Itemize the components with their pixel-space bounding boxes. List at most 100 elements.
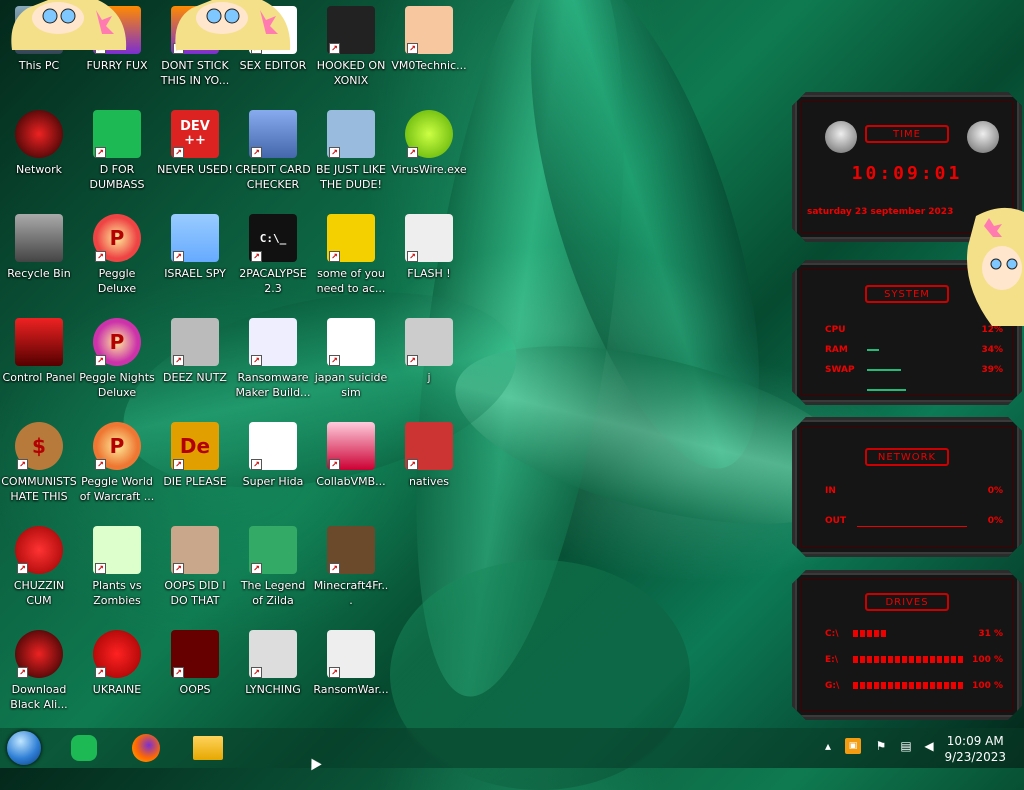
taskbar-clock[interactable]: 10:09 AM 9/23/2023: [944, 733, 1006, 765]
system-title: SYSTEM: [865, 285, 949, 303]
desktop-icon[interactable]: ↗ some of you need to ac...: [312, 208, 390, 312]
shortcut-arrow-icon: ↗: [407, 251, 418, 262]
app-icon: ↗: [249, 630, 297, 678]
desktop-icon[interactable]: C:\_ ↗ 2PACALYPSE 2.3: [234, 208, 312, 312]
shortcut-arrow-icon: ↗: [251, 355, 262, 366]
app-icon: ↗: [93, 526, 141, 574]
desktop-icon[interactable]: Network: [0, 104, 78, 208]
desktop-icon-label: VirusWire.exe: [391, 163, 467, 176]
ram-bar: [867, 369, 901, 371]
alien-icon: [967, 121, 999, 153]
app-icon: De ↗: [171, 422, 219, 470]
shortcut-arrow-icon: ↗: [251, 147, 262, 158]
desktop-icon[interactable]: ↗ BE JUST LIKE THE DUDE!: [312, 104, 390, 208]
app-icon: P ↗: [93, 422, 141, 470]
desktop-icon[interactable]: DEV ++ ↗ NEVER USED!: [156, 104, 234, 208]
desktop-icon[interactable]: $↗COMMUNISTS HATE THIS G...: [0, 416, 78, 520]
app-icon: ↗: [327, 6, 375, 54]
desktop-icon[interactable]: ↗ VM0Technic...: [390, 0, 468, 104]
shortcut-arrow-icon: ↗: [329, 459, 340, 470]
network-title: NETWORK: [865, 448, 949, 466]
drive-row: G:\ 100 %: [825, 681, 1003, 691]
desktop-icon-label: Plants vs Zombies: [92, 579, 142, 607]
desktop-icon-label: CREDIT CARD CHECKER: [235, 163, 311, 191]
app-icon: ↗: [405, 318, 453, 366]
drive-value: 100 %: [972, 681, 1003, 691]
taskbar: ▴ ▣ ⚑ ▤ ◀ 10:09 AM 9/23/2023: [0, 728, 1024, 768]
desktop-icon-label: Super Hida: [242, 475, 304, 488]
desktop-icon[interactable]: ↗ HOOKED ON XONIX: [312, 0, 390, 104]
shortcut-arrow-icon: ↗: [407, 147, 418, 158]
desktop-icon[interactable]: ↗ Download Black Ali...: [0, 624, 78, 728]
shortcut-arrow-icon: ↗: [329, 667, 340, 678]
desktop-icon[interactable]: ↗ j: [390, 312, 468, 416]
desktop-icon[interactable]: ↗ OOPS: [156, 624, 234, 728]
desktop-icon[interactable]: ↗ CHUZZIN CUM: [0, 520, 78, 624]
app-icon: C:\_ ↗: [249, 214, 297, 262]
ram-value: 34%: [981, 345, 1003, 355]
desktop-icon[interactable]: ↗ VirusWire.exe: [390, 104, 468, 208]
desktop-icon[interactable]: ↗ RansomWar...: [312, 624, 390, 728]
desktop-icon[interactable]: ↗ CREDIT CARD CHECKER: [234, 104, 312, 208]
shortcut-arrow-icon: ↗: [95, 459, 106, 470]
swap-row: SWAP 39%: [825, 365, 1003, 375]
desktop-icon-label: OOPS DID I DO THAT: [164, 579, 226, 607]
desktop-icon[interactable]: ↗ natives: [390, 416, 468, 520]
network-icon[interactable]: ▤: [898, 738, 914, 754]
drive-value: 100 %: [972, 655, 1003, 665]
cartoon-sticker: [962, 206, 1024, 328]
show-hidden-icons-chevron-up-icon[interactable]: ▴: [820, 738, 836, 754]
action-center-flag-icon[interactable]: ⚑: [873, 738, 889, 754]
shortcut-arrow-icon: ↗: [329, 43, 340, 54]
desktop-icon[interactable]: ↗ japan suicide sim: [312, 312, 390, 416]
volume-icon[interactable]: ◀: [921, 738, 937, 754]
in-value: 0%: [987, 486, 1003, 496]
drive-label: C:\: [825, 629, 839, 639]
taskbar-app-firefox[interactable]: [128, 732, 164, 764]
desktop-icon[interactable]: P ↗ Peggle Nights Deluxe: [78, 312, 156, 416]
app-icon: ↗: [327, 422, 375, 470]
desktop-icon-label: Network: [16, 163, 62, 176]
shortcut-arrow-icon: ↗: [173, 459, 184, 470]
desktop-icon[interactable]: ↗ D FOR DUMBASS: [78, 104, 156, 208]
desktop-icon[interactable]: ↗ UKRAINE: [78, 624, 156, 728]
icon-art-text: P: [109, 434, 125, 458]
taskbar-app-file-explorer[interactable]: [190, 732, 226, 764]
desktop-icon[interactable]: ↗ ISRAEL SPY: [156, 208, 234, 312]
desktop-icon[interactable]: ↗ Minecraft4Fr...: [312, 520, 390, 624]
app-icon: ↗: [327, 110, 375, 158]
desktop-icon-label: Control Panel: [2, 371, 76, 384]
desktop-icon[interactable]: Recycle Bin: [0, 208, 78, 312]
app-icon: ↗: [327, 526, 375, 574]
out-label: OUT: [825, 516, 847, 526]
start-button[interactable]: [6, 731, 42, 765]
desktop-icon-label: 2PACALYPSE 2.3: [239, 267, 307, 295]
app-icon: ↗: [171, 318, 219, 366]
app-icon: P ↗: [93, 214, 141, 262]
desktop-icon[interactable]: ↗ Super Hida: [234, 416, 312, 520]
desktop-icon-label: SEX EDITOR: [239, 59, 307, 72]
shortcut-arrow-icon: ↗: [17, 459, 28, 470]
app-icon: ↗: [249, 422, 297, 470]
taskbar-app-chat[interactable]: [66, 732, 102, 764]
desktop-icon[interactable]: ↗ Ransomware Maker Build...: [234, 312, 312, 416]
start-orb-icon: [7, 731, 41, 765]
shortcut-arrow-icon: ↗: [329, 563, 340, 574]
desktop-icon[interactable]: ↗ CollabVMB...: [312, 416, 390, 520]
desktop-icon[interactable]: ↗ FLASH !: [390, 208, 468, 312]
desktop-icon[interactable]: Control Panel: [0, 312, 78, 416]
desktop-icon[interactable]: P ↗ Peggle Deluxe: [78, 208, 156, 312]
desktop-icon[interactable]: ↗ DEEZ NUTZ: [156, 312, 234, 416]
desktop-icon[interactable]: P ↗ Peggle World of Warcraft ...: [78, 416, 156, 520]
shortcut-arrow-icon: ↗: [95, 147, 106, 158]
desktop-icon-label: Minecraft4Fr...: [313, 579, 389, 607]
desktop-icon[interactable]: ↗ OOPS DID I DO THAT: [156, 520, 234, 624]
desktop-icon[interactable]: De ↗ DIE PLEASE: [156, 416, 234, 520]
desktop-icon[interactable]: ↗ LYNCHING: [234, 624, 312, 728]
tray-app-icon[interactable]: ▣: [845, 738, 861, 754]
shortcut-arrow-icon: ↗: [251, 563, 262, 574]
desktop-icon-label: NEVER USED!: [157, 163, 233, 176]
desktop-icon[interactable]: ↗ The Legend of Zilda: [234, 520, 312, 624]
ram-row: RAM 34%: [825, 345, 1003, 355]
desktop-icon[interactable]: ↗ Plants vs Zombies: [78, 520, 156, 624]
